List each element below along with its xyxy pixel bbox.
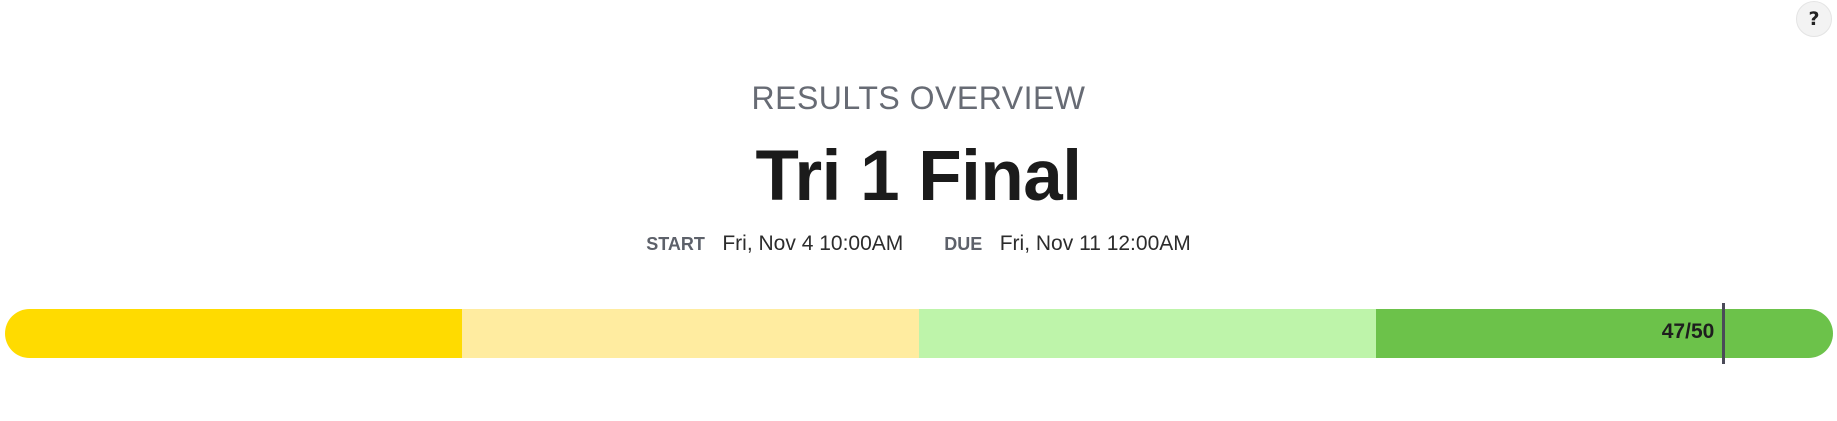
page-title: Tri 1 Final: [755, 137, 1082, 216]
score-distribution-bar: [5, 309, 1833, 358]
start-date: Fri, Nov 4 10:00AM: [722, 232, 904, 255]
question-mark-icon: ?: [1808, 8, 1820, 30]
due-label: DUE: [944, 234, 983, 254]
segment-low: [5, 309, 462, 358]
results-overview-label: RESULTS OVERVIEW: [751, 80, 1086, 116]
due-date: Fri, Nov 11 12:00AM: [999, 232, 1191, 255]
score-label: 47/50: [1661, 320, 1715, 343]
date-range: START Fri, Nov 4 10:00AM DUE Fri, Nov 11…: [0, 232, 1837, 256]
segment-mid-high: [919, 309, 1376, 358]
due-date-group: DUE Fri, Nov 11 12:00AM: [944, 232, 1191, 256]
start-label: START: [646, 234, 705, 254]
start-date-group: START Fri, Nov 4 10:00AM: [646, 232, 903, 256]
help-button[interactable]: ?: [1796, 1, 1832, 37]
score-marker: [1721, 303, 1725, 364]
segment-mid-low: [462, 309, 919, 358]
